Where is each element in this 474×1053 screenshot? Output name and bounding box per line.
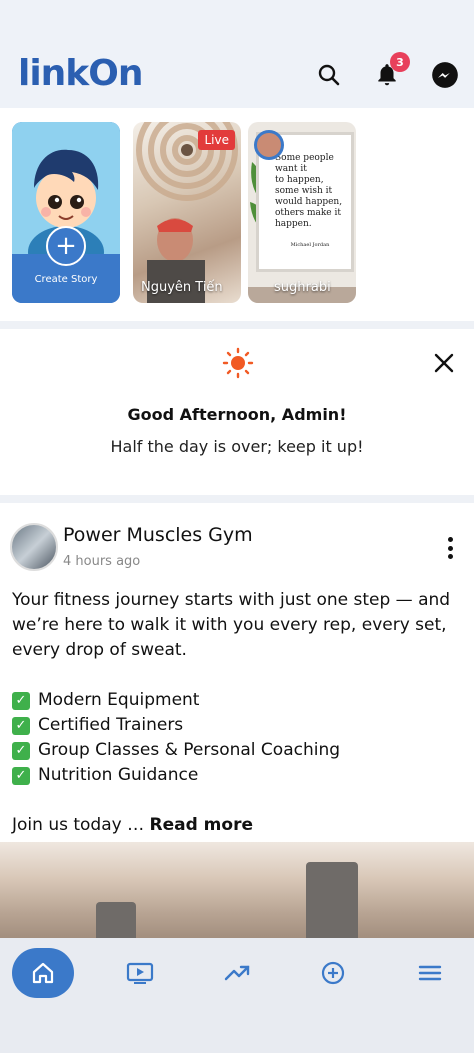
search-icon	[318, 64, 340, 86]
feed-post: Power Muscles Gym 4 hours ago Your fitne…	[0, 503, 474, 953]
greeting-subtitle: Half the day is over; keep it up!	[110, 437, 364, 456]
create-story-label: Create Story	[34, 274, 98, 285]
live-badge: Live	[198, 130, 235, 150]
post-intro: Your fitness journey starts with just on…	[12, 590, 451, 660]
feature-item: ✓ Modern Equipment	[12, 688, 467, 713]
quote-line: some wish it	[275, 186, 333, 196]
quote-line: happen.	[275, 219, 312, 229]
story-card[interactable]: Some people want it to happen, some wish…	[248, 122, 356, 303]
quote-line: others make it	[275, 208, 341, 218]
greeting-title: Good Afternoon, Admin!	[127, 405, 347, 424]
story-author-name: sughrabi	[274, 280, 331, 295]
stories-row: + Create Story Live Nguyên Tiến Some peo…	[0, 108, 474, 321]
video-icon	[126, 962, 154, 984]
trending-icon	[224, 965, 250, 981]
menu-icon	[418, 965, 442, 981]
quote-author: Michael Jordan	[290, 242, 330, 248]
nav-trending[interactable]	[207, 948, 267, 998]
nav-videos[interactable]	[110, 948, 170, 998]
plus-icon: +	[55, 231, 77, 261]
greeting-card: Good Afternoon, Admin! Half the day is o…	[0, 329, 474, 495]
post-author-avatar[interactable]	[10, 523, 58, 571]
logo-text: linkOn	[18, 52, 143, 94]
feature-item: ✓ Group Classes & Personal Coaching	[12, 738, 467, 763]
quote-line: want it	[275, 164, 307, 174]
post-text: Your fitness journey starts with just on…	[12, 588, 467, 838]
check-icon: ✓	[12, 741, 30, 760]
add-circle-icon	[321, 961, 345, 985]
read-more-link[interactable]: Read more	[150, 815, 254, 835]
nav-create[interactable]	[303, 948, 363, 998]
sun-icon	[222, 347, 254, 379]
story-author-name: Nguyên Tiến	[141, 280, 223, 295]
search-button[interactable]	[312, 58, 346, 92]
bottom-navigation	[0, 938, 474, 1053]
feature-item: ✓ Certified Trainers	[12, 713, 467, 738]
messenger-icon	[432, 62, 458, 88]
notifications-button[interactable]: 3	[370, 52, 410, 92]
nav-home[interactable]	[12, 948, 74, 998]
messenger-button[interactable]	[428, 58, 462, 92]
avatar	[254, 130, 284, 160]
create-story-card[interactable]: + Create Story	[12, 122, 120, 303]
add-story-button[interactable]: +	[46, 226, 86, 266]
post-outro: Join us today … Read more	[12, 815, 254, 835]
post-author-name[interactable]: Power Muscles Gym	[63, 524, 253, 546]
app-header: linkOn 3	[0, 0, 474, 108]
close-greeting-button[interactable]	[432, 351, 456, 375]
more-vertical-icon	[447, 537, 453, 542]
nav-menu[interactable]	[400, 948, 460, 998]
check-icon: ✓	[12, 716, 30, 735]
post-options-button[interactable]	[442, 537, 458, 559]
app-logo[interactable]: linkOn	[18, 50, 143, 96]
close-icon	[434, 353, 454, 373]
quote-line: to happen,	[275, 175, 324, 185]
quote-line: Some people	[275, 153, 334, 163]
feature-item: ✓ Nutrition Guidance	[12, 763, 467, 788]
post-image[interactable]	[0, 842, 474, 953]
home-icon	[32, 962, 54, 984]
post-timestamp: 4 hours ago	[63, 554, 141, 569]
check-icon: ✓	[12, 766, 30, 785]
notification-count-badge: 3	[390, 52, 410, 72]
check-icon: ✓	[12, 691, 30, 710]
story-card-live[interactable]: Live Nguyên Tiến	[133, 122, 241, 303]
quote-line: would happen,	[275, 197, 343, 207]
